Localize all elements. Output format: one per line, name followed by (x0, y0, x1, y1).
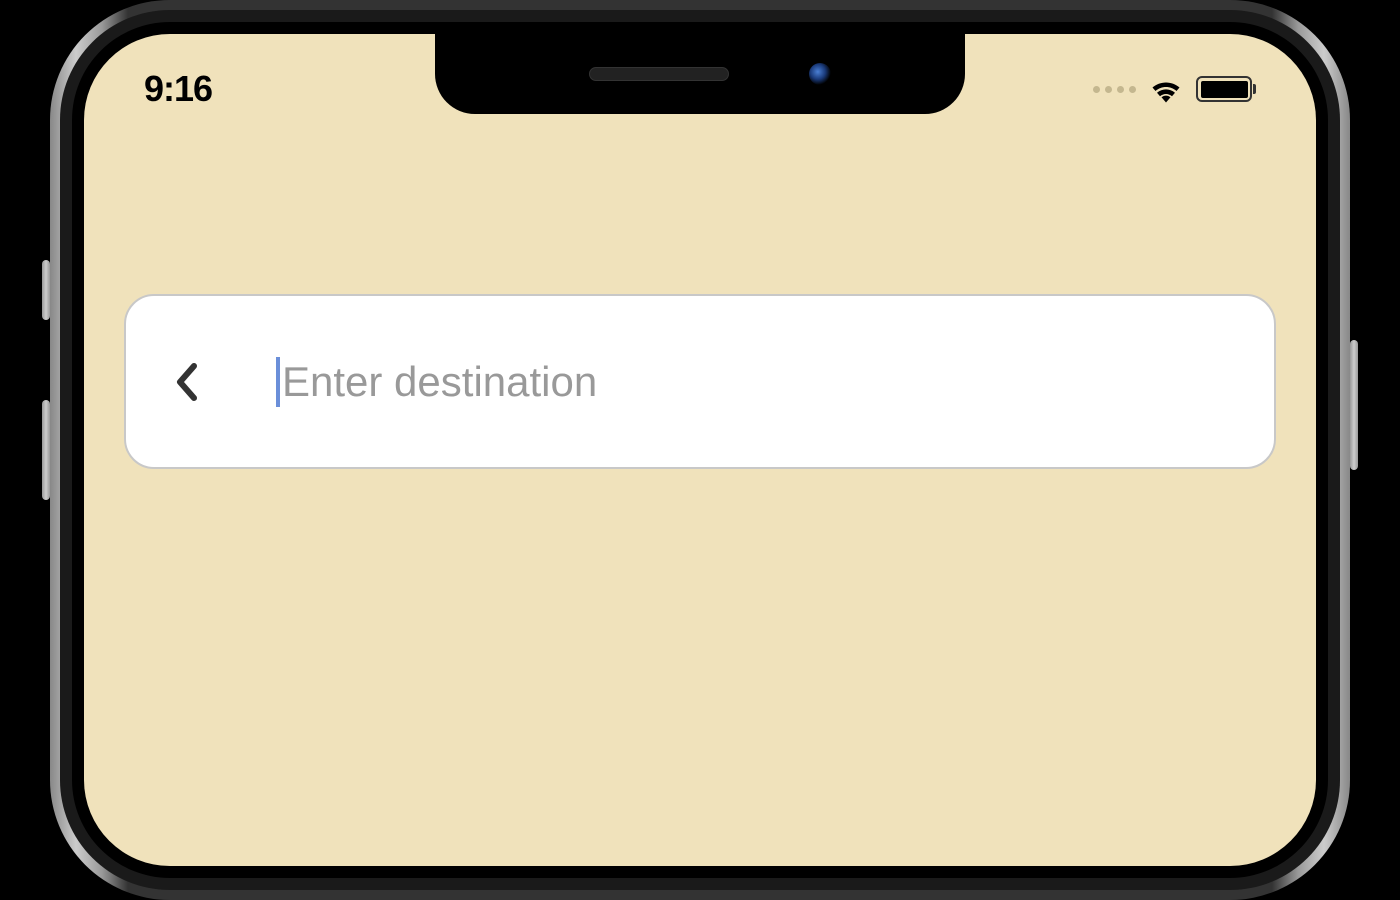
status-indicators (1093, 75, 1256, 103)
phone-side-button (42, 400, 50, 500)
search-placeholder: Enter destination (282, 358, 597, 406)
search-input-wrapper[interactable]: Enter destination (276, 357, 1234, 407)
phone-frame-inner: 9:16 (72, 22, 1328, 878)
back-button[interactable] (166, 362, 206, 402)
status-bar: 9:16 (84, 69, 1316, 109)
signal-strength-icon (1093, 86, 1136, 93)
phone-screen: 9:16 (84, 34, 1316, 866)
chevron-left-icon (174, 362, 198, 402)
battery-icon (1196, 76, 1256, 102)
phone-side-button (42, 260, 50, 320)
text-cursor (276, 357, 280, 407)
phone-frame-mid: 9:16 (60, 10, 1340, 890)
search-bar[interactable]: Enter destination (124, 294, 1276, 469)
status-time: 9:16 (144, 68, 212, 110)
wifi-icon (1148, 75, 1184, 103)
phone-side-button (1350, 340, 1358, 470)
phone-frame: 9:16 (50, 0, 1350, 900)
